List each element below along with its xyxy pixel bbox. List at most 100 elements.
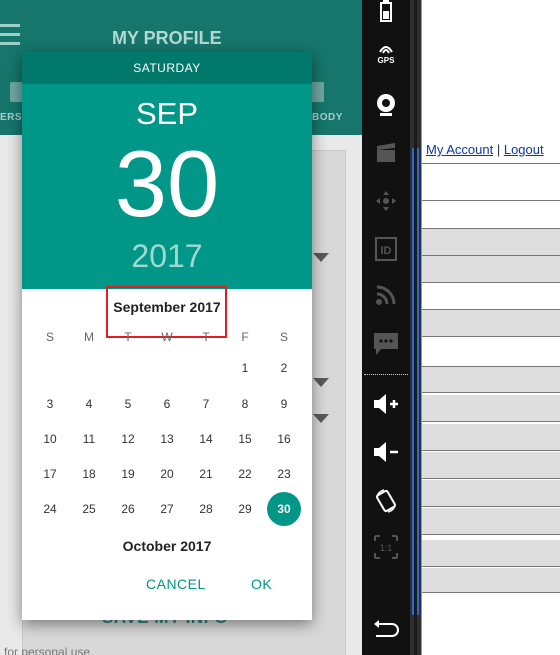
calendar-day[interactable]: 23 — [267, 457, 301, 491]
divider — [422, 228, 560, 229]
divider — [422, 592, 560, 593]
weekday-label: M — [84, 330, 94, 344]
calendar-day[interactable]: 18 — [72, 457, 106, 491]
weekday-label: S — [279, 330, 288, 344]
calendar-day[interactable]: 10 — [33, 422, 67, 456]
calendar-day[interactable]: 12 — [111, 422, 145, 456]
gps-icon[interactable]: GPS — [368, 44, 404, 74]
divider — [422, 163, 560, 164]
calendar-day[interactable]: 21 — [189, 457, 223, 491]
divider — [422, 421, 560, 422]
divider — [422, 366, 560, 367]
calendar-day[interactable]: 14 — [189, 422, 223, 456]
weekday-label: F — [241, 330, 249, 344]
volume-up-icon[interactable] — [368, 392, 404, 422]
hamburger-menu-icon[interactable] — [0, 24, 20, 48]
table-row — [422, 310, 560, 336]
calendar-day[interactable]: 11 — [72, 422, 106, 456]
calendar-day[interactable]: 6 — [150, 387, 184, 421]
calendar-day[interactable]: 28 — [189, 492, 223, 526]
divider — [422, 282, 560, 283]
selected-day[interactable]: 30 — [22, 134, 312, 234]
calendar-day[interactable]: 2 — [267, 351, 301, 385]
table-row — [422, 395, 560, 421]
rss-icon — [368, 284, 404, 314]
weekday-label: S — [45, 330, 54, 344]
calendar-day[interactable]: 24 — [33, 492, 67, 526]
dropdown-arrow-icon[interactable] — [313, 378, 329, 387]
table-row — [422, 366, 560, 392]
calendar-day[interactable]: 29 — [228, 492, 262, 526]
calendar-day-selected[interactable]: 30 — [267, 492, 301, 526]
dpad-icon — [368, 190, 404, 220]
link-separator: | — [496, 142, 501, 157]
table-row — [422, 424, 560, 450]
logout-link[interactable]: Logout — [504, 142, 544, 157]
divider — [422, 200, 560, 201]
table-row — [422, 568, 560, 592]
calendar-day[interactable]: 1 — [228, 351, 262, 385]
calendar-day[interactable]: 15 — [228, 422, 262, 456]
dropdown-arrow-icon[interactable] — [313, 253, 329, 262]
gps-label: GPS — [377, 56, 395, 65]
calendar-day[interactable]: 19 — [111, 457, 145, 491]
selected-year[interactable]: 2017 — [22, 238, 312, 275]
calendar-day[interactable]: 27 — [150, 492, 184, 526]
battery-icon — [368, 0, 404, 30]
next-month-title: October 2017 — [122, 538, 212, 554]
calendar-day[interactable]: 13 — [150, 422, 184, 456]
webcam-icon[interactable] — [368, 92, 404, 122]
id-icon: ID — [368, 236, 404, 266]
ok-button[interactable]: OK — [251, 576, 272, 592]
divider — [422, 506, 560, 507]
divider — [422, 392, 560, 393]
cancel-button[interactable]: CANCEL — [146, 576, 206, 592]
account-links: My Account | Logout — [426, 142, 544, 157]
calendar-day[interactable]: 25 — [72, 492, 106, 526]
divider — [422, 566, 560, 567]
date-picker-header: SATURDAY SEP 30 2017 — [22, 52, 312, 289]
calendar-day[interactable]: 26 — [111, 492, 145, 526]
table-row — [422, 508, 560, 534]
table-row — [422, 228, 560, 255]
calendar-day[interactable]: 8 — [228, 387, 262, 421]
calendar-day[interactable]: 4 — [72, 387, 106, 421]
emulator-frame-edge — [414, 0, 417, 655]
weekday-label: T — [124, 330, 132, 344]
toolbar-separator — [364, 374, 408, 375]
emulator-toolbar: GPS ID 1:1 — [362, 0, 410, 655]
calendar-day[interactable]: 20 — [150, 457, 184, 491]
divider — [422, 450, 560, 451]
id-label: ID — [381, 245, 392, 257]
divider — [422, 478, 560, 479]
table-row — [422, 452, 560, 478]
calendar-day[interactable]: 5 — [111, 387, 145, 421]
dropdown-arrow-icon[interactable] — [313, 414, 329, 423]
calendar-day[interactable]: 3 — [33, 387, 67, 421]
calendar-day[interactable]: 9 — [267, 387, 301, 421]
footer-note: for personal use — [4, 645, 91, 655]
weekday-label: T — [202, 330, 210, 344]
rotate-icon[interactable] — [368, 488, 404, 518]
calendar-day[interactable]: 7 — [189, 387, 223, 421]
browser-page: My Account | Logout — [421, 0, 560, 655]
back-icon[interactable] — [368, 618, 404, 648]
calendar-day[interactable]: 16 — [267, 422, 301, 456]
calendar-day[interactable]: 17 — [33, 457, 67, 491]
scale-label: 1:1 — [380, 543, 393, 553]
selected-weekday: SATURDAY — [22, 52, 312, 84]
sms-icon — [368, 332, 404, 362]
body-tab-label[interactable]: BODY — [312, 112, 343, 123]
selected-month[interactable]: SEP — [22, 96, 312, 132]
movie-icon — [368, 142, 404, 172]
my-account-link[interactable]: My Account — [426, 142, 493, 157]
volume-down-icon[interactable] — [368, 440, 404, 470]
divider — [422, 336, 560, 337]
date-picker-dialog: SATURDAY SEP 30 2017 September 2017 S M … — [22, 52, 312, 620]
calendar-day[interactable]: 22 — [228, 457, 262, 491]
weekday-label: W — [161, 330, 173, 344]
table-row — [422, 256, 560, 282]
app-title: MY PROFILE — [112, 28, 222, 48]
table-row — [422, 480, 560, 506]
divider — [422, 534, 560, 535]
